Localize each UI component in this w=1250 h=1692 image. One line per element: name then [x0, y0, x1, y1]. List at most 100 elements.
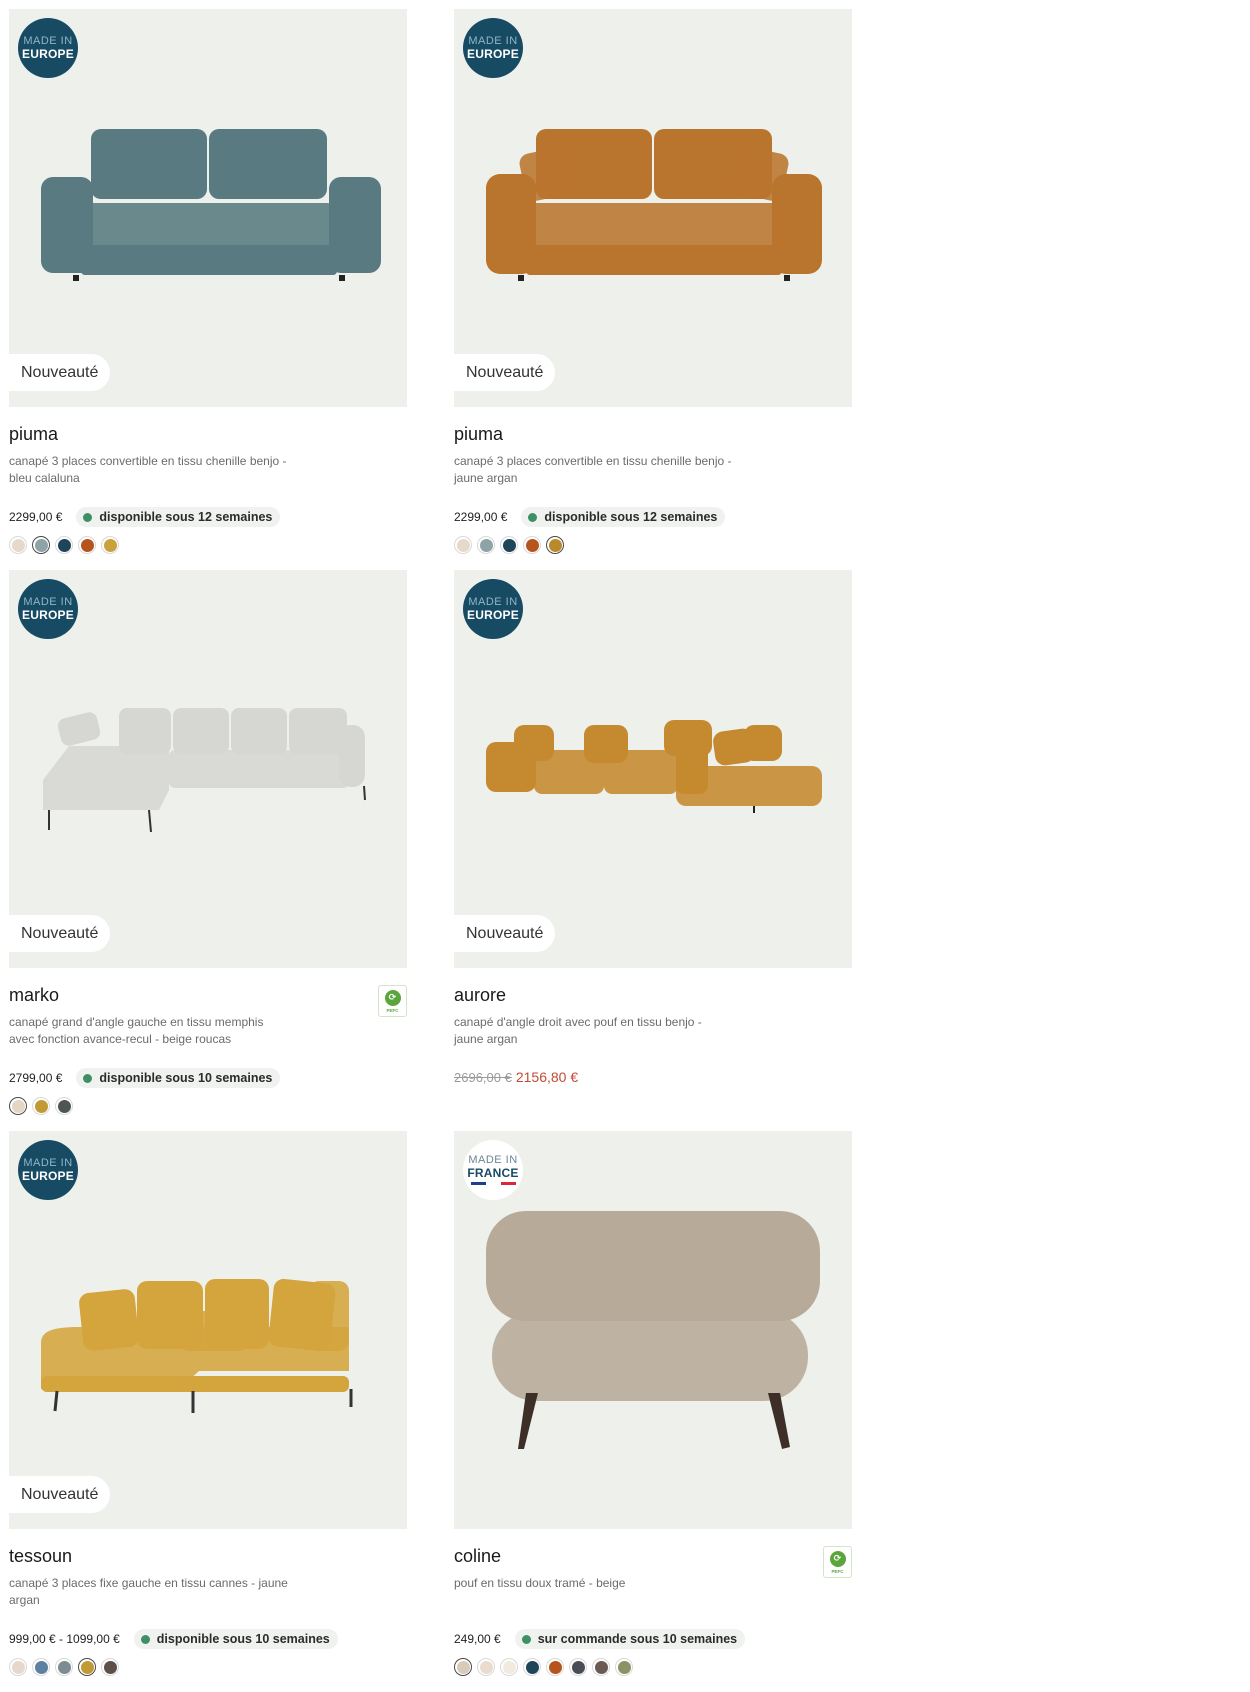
made-in-region: EUROPE [467, 608, 519, 622]
color-swatch[interactable] [477, 536, 495, 554]
product-name[interactable]: piuma [9, 424, 407, 446]
pefc-label: PEFC [831, 1568, 844, 1574]
pefc-label: PEFC [386, 1007, 399, 1013]
product-card[interactable]: MADE IN FRANCE ⟳ PEFC coline pouf en tis… [454, 1131, 852, 1692]
product-name[interactable]: tessoun [9, 1546, 407, 1568]
product-image[interactable]: MADE IN EUROPE Nouveauté [9, 1131, 407, 1529]
product-price: 249,00 € [454, 1632, 501, 1646]
product-name[interactable]: coline [454, 1546, 852, 1568]
product-image[interactable]: MADE IN EUROPE Nouveauté [454, 9, 852, 407]
made-in-badge: MADE IN EUROPE [18, 1140, 78, 1200]
base [81, 245, 337, 275]
color-swatch[interactable] [500, 536, 518, 554]
product-meta: 2299,00 € disponible sous 12 semaines [9, 505, 407, 529]
new-badge: Nouveauté [454, 915, 556, 952]
product-image[interactable]: MADE IN FRANCE [454, 1131, 852, 1529]
made-in-region: EUROPE [22, 608, 74, 622]
made-in-badge: MADE IN EUROPE [463, 18, 523, 78]
original-price: 2696,00 € [454, 1070, 512, 1085]
availability-text: disponible sous 10 semaines [156, 1632, 330, 1646]
color-swatch[interactable] [477, 1658, 495, 1676]
color-swatch[interactable] [55, 536, 73, 554]
seat [81, 203, 337, 251]
availability-text: sur commande sous 10 semaines [537, 1632, 738, 1646]
product-meta: 999,00 € - 1099,00 € disponible sous 10 … [9, 1627, 407, 1651]
color-swatch[interactable] [78, 1658, 96, 1676]
color-swatch[interactable] [454, 536, 472, 554]
made-in-region: EUROPE [467, 47, 519, 61]
availability-badge: disponible sous 12 semaines [521, 507, 726, 527]
price-group: 2696,00 €2156,80 € [454, 1069, 578, 1087]
pefc-certification-icon: ⟳ PEFC [823, 1546, 852, 1578]
color-swatch[interactable] [32, 1658, 50, 1676]
product-description: canapé d'angle droit avec pouf en tissu … [454, 1015, 702, 1046]
pefc-tree-icon: ⟳ [384, 989, 401, 1006]
new-badge: Nouveauté [9, 915, 111, 952]
back-cushion-left [91, 129, 207, 199]
made-in-label: MADE IN [468, 35, 518, 47]
product-meta: 2299,00 € disponible sous 12 semaines [454, 505, 852, 529]
color-swatch[interactable] [569, 1658, 587, 1676]
sofa-illustration [41, 129, 381, 281]
product-price: 2799,00 € [9, 1071, 63, 1085]
color-swatch[interactable] [500, 1658, 518, 1676]
made-in-label: MADE IN [23, 1157, 73, 1169]
product-image[interactable]: MADE IN EUROPE Nouveauté [9, 570, 407, 968]
product-meta: 2696,00 €2156,80 € [454, 1066, 852, 1090]
color-swatch[interactable] [9, 1097, 27, 1115]
made-in-badge: MADE IN EUROPE [18, 579, 78, 639]
color-swatch[interactable] [523, 1658, 541, 1676]
product-description: canapé 3 places fixe gauche en tissu can… [9, 1576, 288, 1607]
availability-badge: disponible sous 10 semaines [133, 1629, 338, 1649]
color-swatch[interactable] [9, 536, 27, 554]
color-swatch[interactable] [9, 1658, 27, 1676]
sale-price: 2156,80 € [515, 1069, 579, 1085]
color-swatch[interactable] [523, 536, 541, 554]
made-in-region: EUROPE [22, 1169, 74, 1183]
availability-text: disponible sous 12 semaines [544, 510, 718, 524]
product-card[interactable]: MADE IN EUROPE Nouveauté piuma canapé 3 … [454, 9, 852, 570]
made-in-badge: MADE IN EUROPE [18, 18, 78, 78]
made-in-label: MADE IN [468, 596, 518, 608]
color-swatch[interactable] [55, 1658, 73, 1676]
color-swatch[interactable] [546, 536, 564, 554]
made-in-region: FRANCE [467, 1166, 519, 1180]
color-swatches [9, 534, 407, 556]
color-swatch[interactable] [546, 1658, 564, 1676]
availability-dot-icon [521, 1634, 531, 1644]
availability-text: disponible sous 12 semaines [99, 510, 273, 524]
color-swatch[interactable] [32, 536, 50, 554]
availability-dot-icon [528, 512, 538, 522]
color-swatch[interactable] [78, 536, 96, 554]
product-meta: 2799,00 € disponible sous 10 semaines [9, 1066, 407, 1090]
color-swatch[interactable] [101, 1658, 119, 1676]
color-swatches [454, 534, 852, 556]
new-badge: Nouveauté [9, 1476, 111, 1513]
product-description: pouf en tissu doux tramé - beige [454, 1576, 626, 1590]
product-card[interactable]: MADE IN EUROPE Nouveauté piuma canapé 3 … [9, 9, 407, 570]
made-in-label: MADE IN [468, 1154, 518, 1166]
new-badge: Nouveauté [454, 354, 556, 391]
product-meta: 249,00 € sur commande sous 10 semaines [454, 1627, 852, 1651]
product-card[interactable]: MADE IN EUROPE Nouveauté ⟳ PEFC marko ca… [9, 570, 407, 1131]
product-price: 999,00 € - 1099,00 € [9, 1632, 120, 1646]
product-card[interactable]: MADE IN EUROPE Nouveauté aurore canapé d… [454, 570, 852, 1131]
product-card[interactable]: MADE IN EUROPE Nouveauté tessoun canapé … [9, 1131, 407, 1692]
product-name[interactable]: piuma [454, 424, 852, 446]
new-badge: Nouveauté [9, 354, 111, 391]
product-image[interactable]: MADE IN EUROPE Nouveauté [9, 9, 407, 407]
product-image[interactable]: MADE IN EUROPE Nouveauté [454, 570, 852, 968]
color-swatch[interactable] [592, 1658, 610, 1676]
french-flag-icon [470, 1182, 516, 1185]
color-swatch[interactable] [454, 1658, 472, 1676]
availability-dot-icon [83, 1073, 93, 1083]
color-swatch[interactable] [32, 1097, 50, 1115]
product-name[interactable]: aurore [454, 985, 852, 1007]
color-swatch[interactable] [55, 1097, 73, 1115]
color-swatches [454, 1656, 852, 1678]
availability-dot-icon [140, 1634, 150, 1644]
made-in-region: EUROPE [22, 47, 74, 61]
color-swatch[interactable] [101, 536, 119, 554]
product-name[interactable]: marko [9, 985, 407, 1007]
color-swatch[interactable] [615, 1658, 633, 1676]
